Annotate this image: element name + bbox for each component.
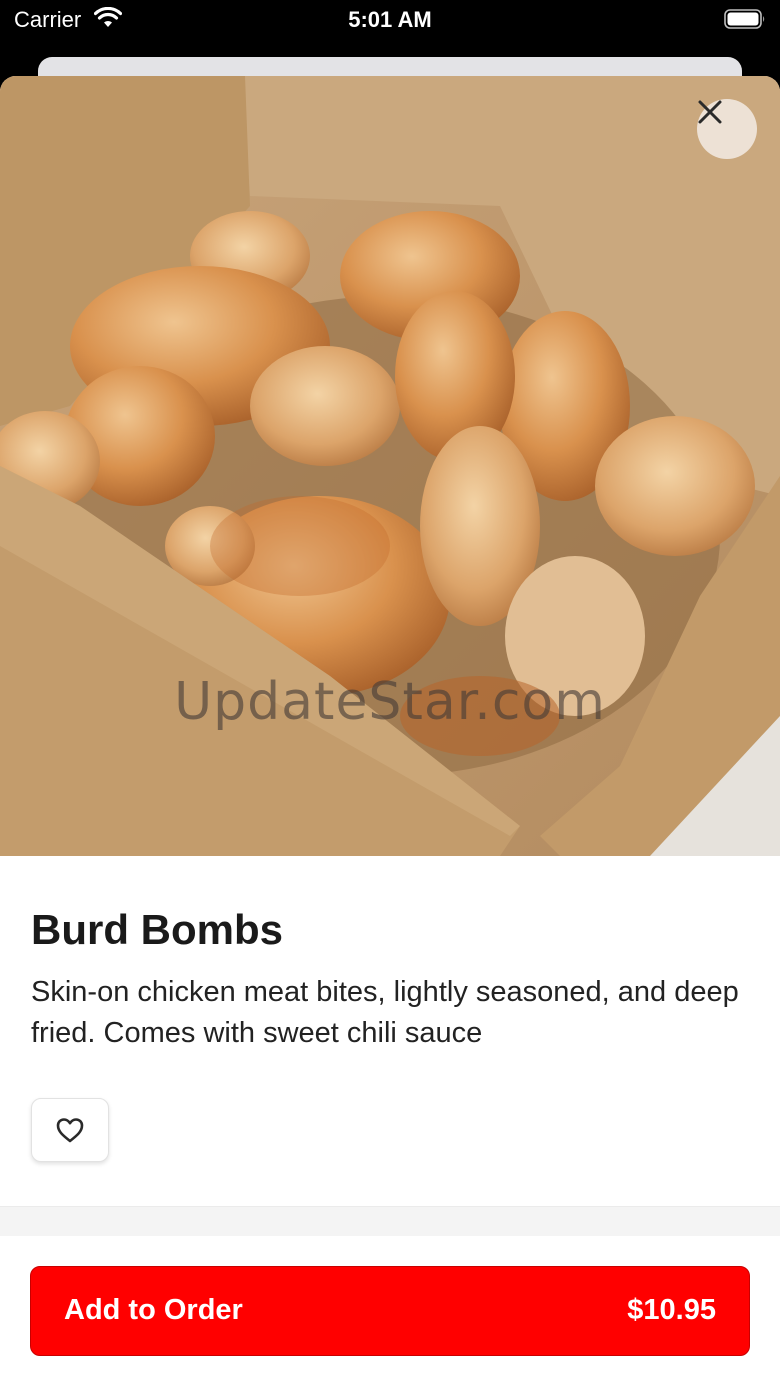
item-title: Burd Bombs — [31, 906, 283, 953]
close-button[interactable] — [697, 99, 757, 159]
heart-outline-icon — [56, 1118, 84, 1143]
close-icon — [698, 100, 722, 124]
order-footer: Add to Order $10.95 — [0, 1236, 780, 1387]
section-divider — [0, 1206, 780, 1237]
battery-icon — [724, 9, 765, 29]
screen: Carrier 5:01 AM UpdateStar.com Burd Bomb… — [0, 0, 780, 1387]
add-to-order-label: Add to Order — [64, 1294, 243, 1326]
status-time: 5:01 AM — [348, 7, 432, 32]
item-photo: UpdateStar.com — [0, 76, 780, 856]
image-watermark: UpdateStar.com — [174, 672, 606, 732]
item-detail-modal: UpdateStar.com Burd Bombs Skin-on chicke… — [0, 76, 780, 1387]
fried-chicken-image — [0, 76, 780, 856]
item-price: $10.95 — [627, 1294, 716, 1326]
item-description: Skin-on chicken meat bites, lightly seas… — [31, 976, 739, 1049]
favorite-button[interactable] — [31, 1098, 109, 1162]
status-bar: Carrier 5:01 AM — [0, 0, 780, 40]
add-to-order-button[interactable]: Add to Order $10.95 — [30, 1266, 750, 1356]
